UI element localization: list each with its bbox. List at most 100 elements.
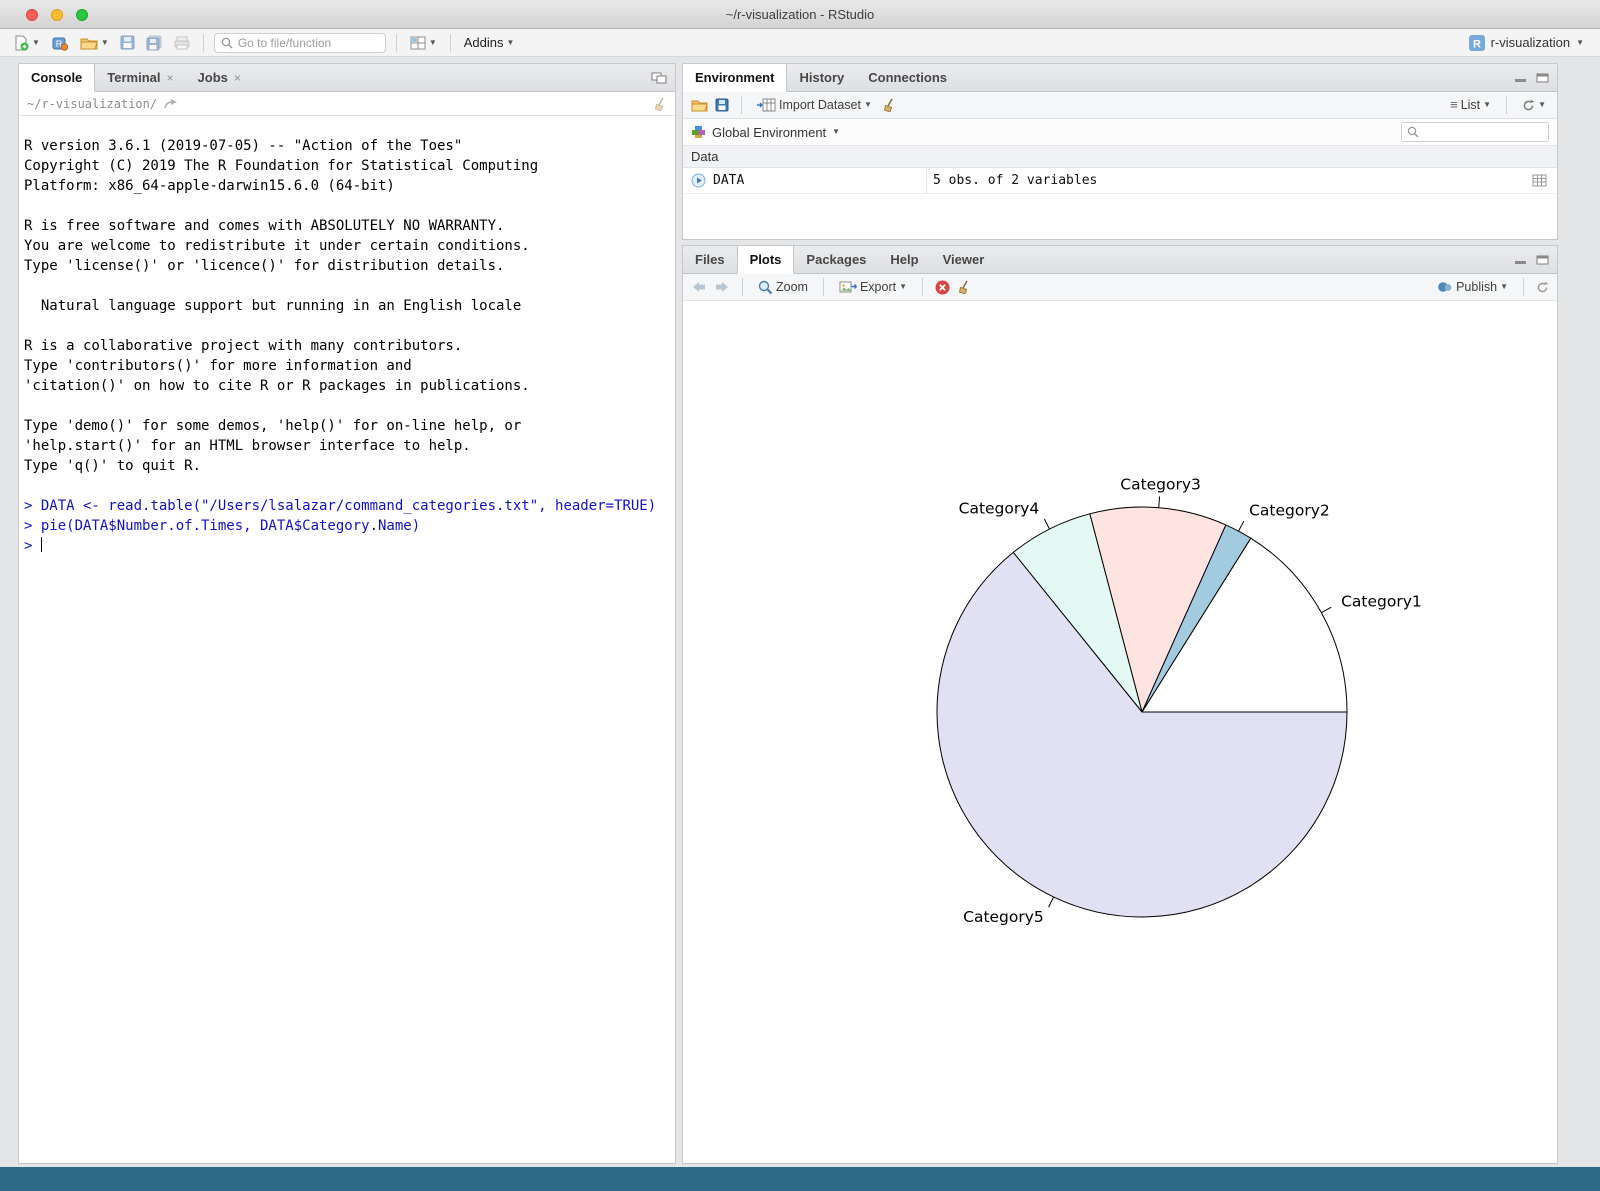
chevron-down-icon: ▼ [1576,39,1584,47]
tab-packages[interactable]: Packages [794,246,878,273]
import-dataset-button[interactable]: Import Dataset ▼ [754,96,875,114]
print-button[interactable] [171,34,193,52]
environment-object-row[interactable]: DATA 5 obs. of 2 variables [683,168,1557,194]
tab-label: Connections [868,70,947,85]
maximize-pane-icon[interactable] [1536,255,1549,265]
console-line: > pie(DATA$Number.of.Times, DATA$Categor… [24,516,669,536]
import-dataset-icon [757,98,776,112]
tab-viewer[interactable]: Viewer [931,246,997,273]
section-header-label: Data [691,149,718,164]
r-project-icon: R [1469,35,1485,51]
load-workspace-folder-icon[interactable] [691,99,708,112]
goto-file-input[interactable] [238,36,379,50]
close-icon[interactable]: × [234,71,241,85]
publish-icon [1437,280,1453,294]
console-line: Copyright (C) 2019 The R Foundation for … [24,156,669,176]
zoom-magnifier-icon [758,280,773,295]
tab-jobs[interactable]: Jobs × [186,64,253,91]
project-selector[interactable]: R r-visualization ▼ [1469,35,1590,51]
addins-button[interactable]: Addins ▼ [461,33,518,52]
pie-label: Category1 [1341,592,1422,610]
tab-label: Packages [806,252,866,267]
previous-plot-arrow-icon[interactable] [691,281,707,293]
new-file-button[interactable]: ▼ [10,33,43,53]
minimize-pane-icon[interactable] [1514,255,1527,265]
environment-search-box [1401,122,1549,142]
console-line: Platform: x86_64-apple-darwin15.6.0 (64-… [24,176,669,196]
pane-layout-button[interactable]: ▼ [407,34,440,52]
tab-plots[interactable]: Plots [737,246,795,274]
refresh-environment-button[interactable]: ▼ [1519,97,1549,114]
console-output[interactable]: R version 3.6.1 (2019-07-05) -- "Action … [19,116,675,1163]
plots-pane: Files Plots Packages Help Viewer [682,245,1558,1164]
save-all-icon [146,35,163,51]
remove-plot-icon[interactable] [935,280,950,295]
minimize-window-button[interactable] [51,9,63,21]
save-all-button[interactable] [143,33,166,53]
tab-help[interactable]: Help [878,246,930,273]
refresh-plot-icon[interactable] [1536,281,1549,294]
goto-working-directory-icon[interactable] [164,99,178,109]
console-line [24,396,669,416]
chevron-down-icon: ▼ [32,39,40,47]
pie-chart: Category1Category2Category3Category4Cate… [683,301,1555,1159]
console-line: 'help.start()' for an HTML browser inter… [24,436,669,456]
open-file-button[interactable]: ▼ [77,34,112,52]
environment-view-mode-button[interactable]: ≡ List ▼ [1447,96,1494,114]
tab-terminal[interactable]: Terminal × [95,64,185,91]
maximize-pane-icon[interactable] [1536,73,1549,83]
console-cursor [41,537,42,552]
tab-console[interactable]: Console [19,64,95,92]
save-workspace-icon[interactable] [715,98,729,112]
tab-history[interactable]: History [787,64,856,91]
console-line: 'citation()' on how to cite R or R packa… [24,376,669,396]
pie-label: Category3 [1120,476,1201,494]
tab-environment[interactable]: Environment [683,64,787,92]
goto-file-box [214,33,386,53]
expand-object-play-icon[interactable] [691,173,706,188]
close-window-button[interactable] [26,9,38,21]
toolbar-divider [823,278,824,296]
save-icon [120,35,135,50]
search-icon [221,37,233,49]
minimize-pane-icon[interactable] [1514,73,1527,83]
console-line: Natural language support but running in … [24,296,669,316]
environment-pane: Environment History Connections [682,63,1558,240]
new-project-button[interactable]: R [48,33,72,53]
zoom-plot-button[interactable]: Zoom [755,278,811,297]
clear-environment-broom-icon[interactable] [882,98,896,112]
rstudio-window: ~/r-visualization - RStudio ▼ R ▼ [0,0,1600,1191]
view-data-grid-icon[interactable] [1522,174,1557,187]
console-subbar: ~/r-visualization/ [19,92,675,116]
clear-console-broom-icon[interactable] [653,97,667,111]
window-title: ~/r-visualization - RStudio [726,7,874,22]
pie-label-line [1239,521,1244,531]
console-line: Type 'contributors()' for more informati… [24,356,669,376]
console-line: R is a collaborative project with many c… [24,336,669,356]
tab-label: Plots [750,252,782,267]
tab-label: Files [695,252,725,267]
environment-search-input[interactable] [1424,125,1543,139]
pie-label-line [1044,519,1049,529]
toolbar-divider [1506,96,1507,114]
next-plot-arrow-icon[interactable] [714,281,730,293]
import-dataset-label: Import Dataset [779,98,861,112]
plots-toolbar: Zoom Export ▼ Publish ▼ [683,274,1557,301]
save-button[interactable] [117,33,138,52]
tab-files[interactable]: Files [683,246,737,273]
close-icon[interactable]: × [167,71,174,85]
environment-scope-label[interactable]: Global Environment [712,125,826,140]
zoom-window-button[interactable] [76,9,88,21]
maximize-pane-icon[interactable] [651,72,667,84]
zoom-label: Zoom [776,280,808,294]
chevron-down-icon: ▼ [1500,283,1508,291]
clear-all-plots-broom-icon[interactable] [957,280,971,294]
export-plot-button[interactable]: Export ▼ [836,278,910,296]
console-line [24,316,669,336]
tab-label: History [799,70,844,85]
tab-connections[interactable]: Connections [856,64,959,91]
environment-tabbar: Environment History Connections [683,64,1557,92]
publish-plot-button[interactable]: Publish ▼ [1434,278,1511,296]
new-project-icon: R [51,35,69,51]
console-line: R version 3.6.1 (2019-07-05) -- "Action … [24,136,669,156]
